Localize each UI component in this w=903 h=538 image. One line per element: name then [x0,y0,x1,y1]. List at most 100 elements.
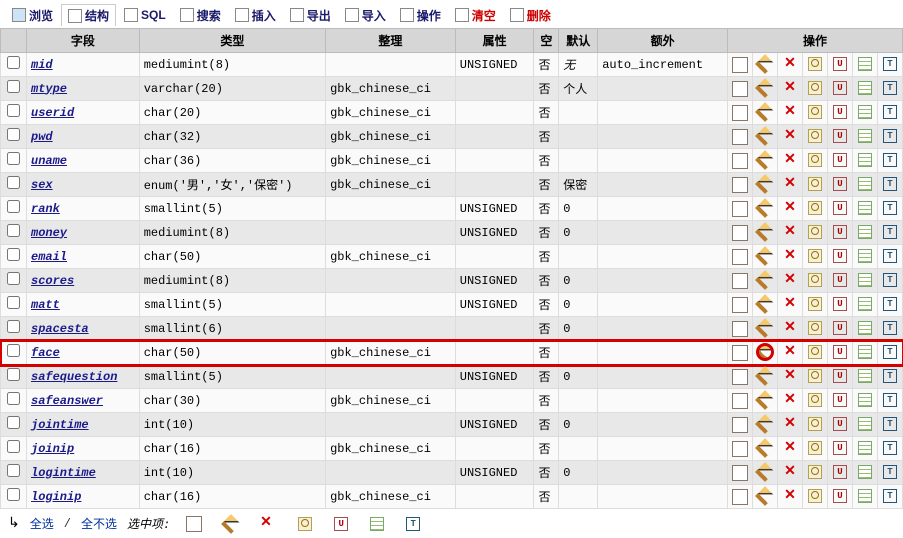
field-link[interactable]: safequestion [31,370,117,384]
row-checkbox[interactable] [7,224,20,237]
browse-icon[interactable] [732,129,748,145]
row-checkbox[interactable] [7,248,20,261]
primary-key-icon[interactable] [808,297,822,311]
drop-icon[interactable]: ✕ [782,465,798,481]
row-checkbox[interactable] [7,200,20,213]
field-link[interactable]: loginip [31,490,81,504]
unique-icon[interactable]: U [833,393,847,407]
fulltext-icon[interactable]: T [883,57,897,71]
fulltext-icon[interactable]: T [883,201,897,215]
edit-icon[interactable] [755,223,775,243]
index-icon[interactable] [858,81,872,95]
edit-icon[interactable] [755,367,775,387]
fulltext-icon[interactable]: T [883,441,897,455]
unique-icon[interactable]: U [833,153,847,167]
fulltext-icon[interactable]: T [883,177,897,191]
tab-导出[interactable]: 导出 [284,4,337,26]
drop-icon[interactable]: ✕ [782,201,798,217]
unique-icon[interactable]: U [833,105,847,119]
field-link[interactable]: safeanswer [31,394,103,408]
browse-icon[interactable] [732,345,748,361]
tab-导入[interactable]: 导入 [339,4,392,26]
drop-icon[interactable]: ✕ [782,345,798,361]
edit-icon[interactable] [755,487,775,507]
field-link[interactable]: scores [31,274,74,288]
fulltext-icon[interactable]: T [883,129,897,143]
field-link[interactable]: jointime [31,418,89,432]
primary-key-icon[interactable] [808,417,822,431]
fulltext-icon[interactable]: T [883,273,897,287]
field-link[interactable]: spacesta [31,322,89,336]
primary-key-icon[interactable] [808,249,822,263]
fulltext-icon[interactable]: T [883,465,897,479]
edit-icon[interactable] [755,103,775,123]
tab-清空[interactable]: 清空 [449,4,502,26]
row-checkbox[interactable] [7,392,20,405]
index-icon[interactable] [858,105,872,119]
field-link[interactable]: money [31,226,67,240]
unique-icon[interactable]: U [833,489,847,503]
field-link[interactable]: face [31,346,60,360]
unique-icon[interactable]: U [833,321,847,335]
tab-浏览[interactable]: 浏览 [6,4,59,26]
unique-icon[interactable]: U [833,297,847,311]
primary-key-icon[interactable] [808,345,822,359]
index-icon[interactable] [858,417,872,431]
row-checkbox[interactable] [7,128,20,141]
index-icon[interactable] [858,129,872,143]
row-checkbox[interactable] [7,464,20,477]
unique-icon[interactable]: U [833,417,847,431]
tab-SQL[interactable]: SQL [118,4,172,26]
row-checkbox[interactable] [7,296,20,309]
drop-icon[interactable]: ✕ [782,441,798,457]
index-icon[interactable] [858,489,872,503]
edit-icon[interactable] [755,295,775,315]
field-link[interactable]: sex [31,178,53,192]
tab-插入[interactable]: 插入 [229,4,282,26]
drop-icon[interactable]: ✕ [782,489,798,505]
fulltext-icon[interactable]: T [883,249,897,263]
edit-icon[interactable] [755,439,775,459]
row-checkbox[interactable] [7,56,20,69]
browse-icon[interactable] [732,321,748,337]
drop-icon[interactable]: ✕ [782,81,798,97]
unique-icon[interactable]: U [833,249,847,263]
drop-icon[interactable]: ✕ [782,369,798,385]
fulltext-icon[interactable]: T [883,153,897,167]
browse-icon[interactable] [732,465,748,481]
primary-key-icon[interactable] [808,129,822,143]
primary-key-icon[interactable] [808,441,822,455]
drop-icon[interactable]: ✕ [782,153,798,169]
browse-icon[interactable] [732,201,748,217]
index-icon[interactable] [858,57,872,71]
edit-icon[interactable] [755,463,775,483]
field-link[interactable]: matt [31,298,60,312]
edit-icon[interactable] [755,247,775,267]
edit-icon[interactable] [755,319,775,339]
browse-icon[interactable] [732,249,748,265]
edit-icon[interactable] [755,175,775,195]
primary-key-icon[interactable] [808,201,822,215]
row-checkbox[interactable] [7,368,20,381]
row-checkbox[interactable] [7,344,20,357]
drop-icon[interactable]: ✕ [782,57,798,73]
unique-icon[interactable]: U [833,465,847,479]
drop-icon[interactable]: ✕ [782,297,798,313]
browse-icon[interactable] [732,105,748,121]
index-icon[interactable] [858,249,872,263]
row-checkbox[interactable] [7,320,20,333]
row-checkbox[interactable] [7,80,20,93]
browse-icon[interactable] [732,153,748,169]
edit-icon[interactable] [755,79,775,99]
primary-key-icon[interactable] [808,321,822,335]
unique-icon[interactable]: U [833,57,847,71]
field-link[interactable]: uname [31,154,67,168]
tab-删除[interactable]: 删除 [504,4,557,26]
field-link[interactable]: joinip [31,442,74,456]
primary-key-icon[interactable] [808,489,822,503]
primary-key-icon[interactable] [808,393,822,407]
drop-icon[interactable]: ✕ [782,177,798,193]
fulltext-icon[interactable]: T [883,81,897,95]
primary-key-icon[interactable] [808,225,822,239]
fulltext-icon[interactable]: T [883,297,897,311]
